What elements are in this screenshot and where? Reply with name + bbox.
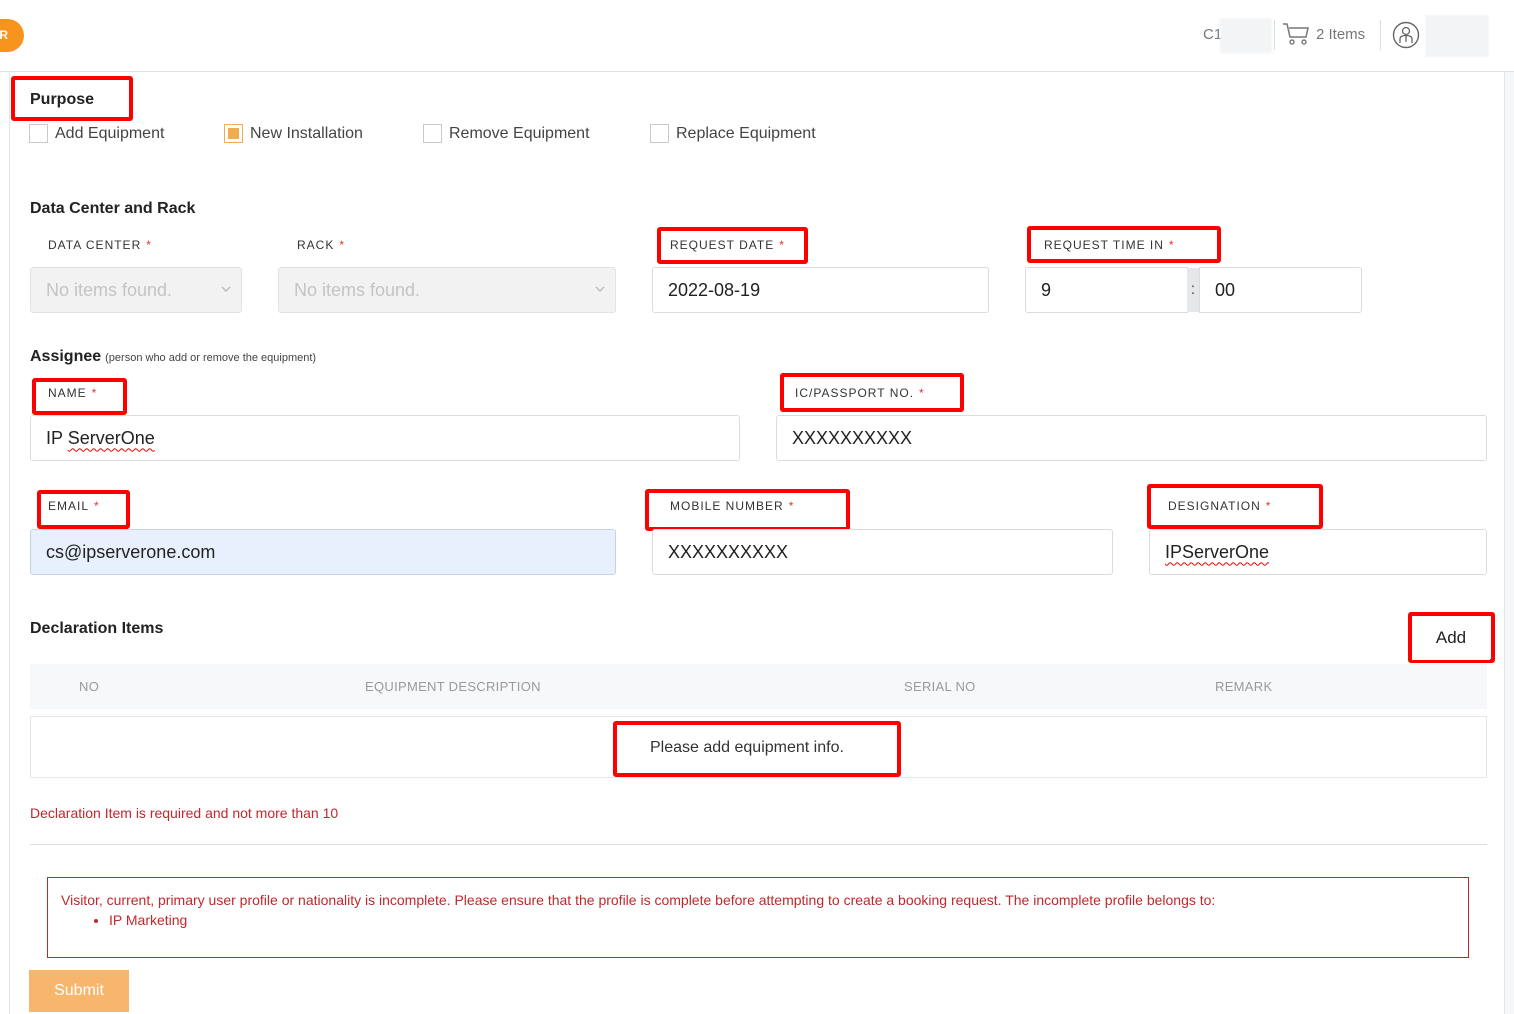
add-item-button[interactable]: Add bbox=[1412, 616, 1490, 660]
checkbox-remove-equipment[interactable]: Remove Equipment bbox=[423, 124, 590, 143]
incomplete-profile-alert: Visitor, current, primary user profile o… bbox=[47, 877, 1469, 958]
label-text: REQUEST DATE bbox=[670, 238, 775, 252]
assignee-title-text: Assignee bbox=[30, 348, 102, 365]
data-center-select[interactable]: No items found. bbox=[30, 267, 242, 313]
rack-label: RACK * bbox=[297, 238, 345, 252]
data-center-label: DATA CENTER * bbox=[48, 238, 152, 252]
time-separator: : bbox=[1187, 268, 1199, 312]
mobile-label: MOBILE NUMBER * bbox=[670, 499, 794, 513]
chevron-down-icon bbox=[595, 286, 605, 292]
name-input[interactable]: IP ServerOne bbox=[30, 415, 740, 461]
checkbox-label: Add Equipment bbox=[55, 124, 165, 142]
label-text: MOBILE NUMBER bbox=[670, 499, 784, 513]
hour-value: 9 bbox=[1041, 279, 1052, 300]
required-mark: * bbox=[919, 386, 925, 400]
ic-passport-value: XXXXXXXXXX bbox=[792, 427, 913, 448]
checkbox-add-equipment[interactable]: Add Equipment bbox=[29, 124, 164, 143]
designation-input[interactable]: IPServerOne bbox=[1149, 529, 1487, 575]
table-header: NO EQUIPMENT DESCRIPTION SERIAL NO REMAR… bbox=[30, 664, 1487, 709]
select-placeholder: No items found. bbox=[46, 279, 173, 300]
assignee-note: (person who add or remove the equipment) bbox=[105, 352, 317, 364]
checkbox[interactable] bbox=[29, 124, 48, 143]
column-header-serial-no: SERIAL NO bbox=[904, 679, 976, 694]
email-value: cs@ipserverone.com bbox=[46, 541, 216, 562]
label-text: RACK bbox=[297, 238, 335, 252]
checkbox-new-installation[interactable]: New Installation bbox=[224, 124, 363, 143]
left-edge bbox=[0, 72, 10, 1014]
required-mark: * bbox=[91, 386, 98, 400]
alert-list-item: IP Marketing bbox=[109, 912, 1455, 928]
required-mark: * bbox=[146, 238, 152, 252]
select-placeholder: No items found. bbox=[294, 279, 421, 300]
checkbox-replace-equipment[interactable]: Replace Equipment bbox=[650, 124, 816, 143]
request-time-hour-input[interactable]: 9 bbox=[1025, 267, 1188, 313]
checkbox[interactable] bbox=[423, 124, 442, 143]
ic-passport-label: IC/PASSPORT NO. * bbox=[795, 386, 925, 400]
label-text: IC/PASSPORT NO. bbox=[795, 386, 915, 400]
required-mark: * bbox=[94, 499, 100, 513]
user-profile-icon[interactable] bbox=[1392, 21, 1420, 49]
redacted-account-name bbox=[1220, 18, 1272, 53]
request-time-minute-input[interactable]: 00 bbox=[1199, 267, 1362, 313]
purpose-title: Purpose bbox=[30, 91, 95, 108]
required-mark: * bbox=[339, 238, 346, 252]
scrollbar[interactable] bbox=[1504, 72, 1514, 1014]
required-mark: * bbox=[1265, 499, 1272, 513]
cart-icon bbox=[1283, 23, 1309, 45]
cart-button[interactable]: 2 Items bbox=[1282, 22, 1365, 46]
name-value: IP ServerOne bbox=[46, 427, 155, 448]
assignee-title: Assignee (person who add or remove the eq… bbox=[30, 348, 316, 366]
alert-list: IP Marketing bbox=[109, 912, 1455, 928]
chevron-down-icon bbox=[221, 286, 231, 292]
divider bbox=[30, 844, 1487, 845]
divider bbox=[1274, 20, 1275, 50]
request-date-label: REQUEST DATE * bbox=[670, 238, 785, 252]
email-input[interactable]: cs@ipserverone.com bbox=[30, 529, 616, 575]
checkbox-checked[interactable] bbox=[224, 124, 243, 143]
label-text: EMAIL bbox=[48, 499, 90, 513]
logo-badge[interactable]: R bbox=[0, 19, 24, 52]
declaration-validation-error: Declaration Item is required and not mor… bbox=[30, 805, 339, 821]
datacenter-title: Data Center and Rack bbox=[30, 200, 196, 217]
rack-select[interactable]: No items found. bbox=[278, 267, 616, 313]
request-time-label: REQUEST TIME IN * bbox=[1044, 238, 1175, 252]
label-text: NAME bbox=[48, 386, 87, 400]
declaration-title: Declaration Items bbox=[30, 620, 164, 637]
name-label: NAME * bbox=[48, 386, 97, 400]
required-mark: * bbox=[788, 499, 795, 513]
column-header-no: NO bbox=[79, 679, 100, 694]
request-date-value: 2022-08-19 bbox=[668, 279, 761, 300]
required-mark: * bbox=[779, 238, 785, 252]
column-header-equipment-description: EQUIPMENT DESCRIPTION bbox=[365, 679, 541, 694]
minute-value: 00 bbox=[1215, 279, 1236, 300]
top-bar: R C1 2 Items bbox=[0, 0, 1514, 72]
highlight-box bbox=[613, 721, 901, 777]
redacted-user-name bbox=[1425, 15, 1489, 57]
cart-label: 2 Items bbox=[1316, 25, 1366, 43]
alert-message: Visitor, current, primary user profile o… bbox=[61, 892, 1216, 908]
checkbox-label: Replace Equipment bbox=[676, 124, 816, 142]
mobile-value: XXXXXXXXXX bbox=[668, 541, 789, 562]
checkbox-label: Remove Equipment bbox=[449, 124, 590, 142]
label-text: REQUEST TIME IN bbox=[1044, 238, 1164, 252]
divider bbox=[1380, 20, 1381, 50]
column-header-remark: REMARK bbox=[1215, 679, 1273, 694]
request-date-input[interactable]: 2022-08-19 bbox=[652, 267, 989, 313]
label-text: DESIGNATION bbox=[1168, 499, 1261, 513]
designation-label: DESIGNATION * bbox=[1168, 499, 1271, 513]
email-label: EMAIL * bbox=[48, 499, 100, 513]
submit-button[interactable]: Submit bbox=[29, 970, 129, 1012]
label-text: DATA CENTER bbox=[48, 238, 142, 252]
ic-passport-input[interactable]: XXXXXXXXXX bbox=[776, 415, 1487, 461]
required-mark: * bbox=[1168, 238, 1175, 252]
mobile-input[interactable]: XXXXXXXXXX bbox=[652, 529, 1113, 575]
checkbox[interactable] bbox=[650, 124, 669, 143]
checkbox-label: New Installation bbox=[250, 124, 363, 142]
designation-value: IPServerOne bbox=[1165, 541, 1270, 562]
